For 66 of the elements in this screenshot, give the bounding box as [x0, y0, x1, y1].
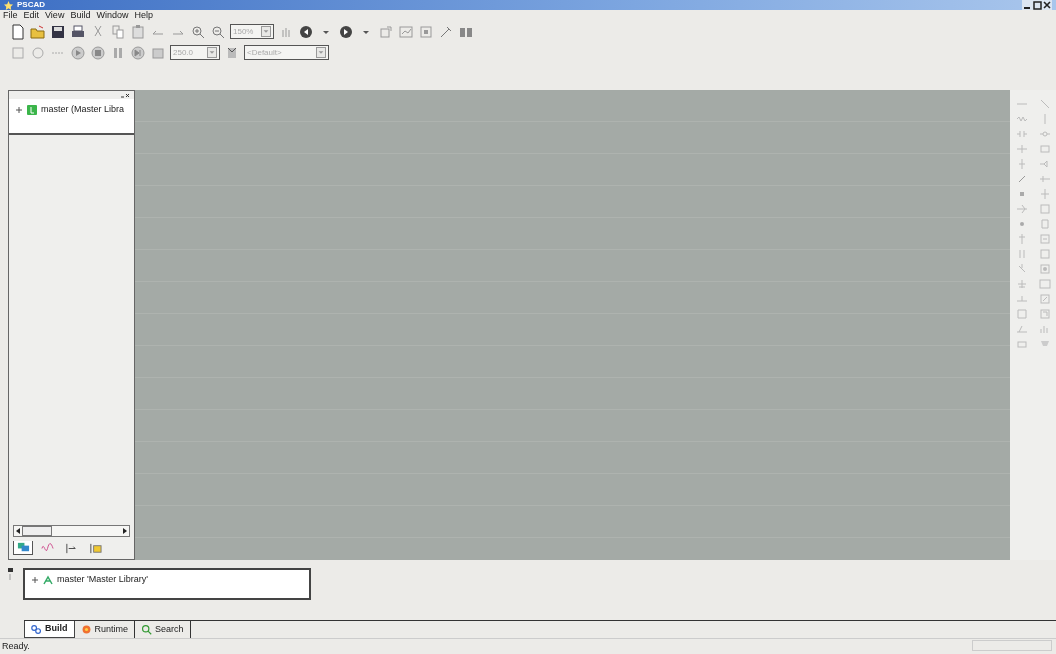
menu-item[interactable]: View: [42, 10, 68, 21]
print-icon[interactable]: [70, 23, 86, 40]
palette-tool-icon[interactable]: [1038, 173, 1051, 185]
minimize-icon[interactable]: [1022, 0, 1032, 10]
palette-tool-icon[interactable]: [1038, 143, 1051, 155]
signal-icon: [64, 541, 78, 555]
tree-item[interactable]: master 'Master Library': [57, 573, 148, 587]
paste-icon[interactable]: [130, 23, 146, 40]
menu-item[interactable]: File: [0, 10, 21, 21]
panel-tab[interactable]: Build: [24, 621, 75, 638]
status-text: Ready.: [2, 640, 31, 652]
palette-tool-icon[interactable]: [1038, 263, 1051, 275]
palette-tool-icon[interactable]: [1038, 308, 1051, 320]
copy-icon[interactable]: [110, 23, 126, 40]
palette-tool-icon[interactable]: [1015, 203, 1028, 215]
search-icon: [141, 624, 152, 635]
panel-tab[interactable]: Runtime: [74, 621, 135, 638]
menu-item[interactable]: Window: [93, 10, 132, 21]
project-icon: [43, 574, 53, 585]
palette-tool-icon[interactable]: [1038, 98, 1051, 110]
palette-tool-icon[interactable]: [1038, 128, 1051, 140]
palette-tool-icon[interactable]: [1038, 233, 1051, 245]
palette-tool-icon[interactable]: [1038, 158, 1051, 170]
forward-icon[interactable]: [338, 23, 354, 40]
palette-tool-icon[interactable]: [1015, 278, 1028, 290]
step-icon[interactable]: [130, 44, 146, 61]
zoom-in-icon[interactable]: [190, 23, 206, 40]
palette-tool-icon[interactable]: [1038, 278, 1051, 290]
palette-tool-icon[interactable]: [1015, 338, 1028, 350]
zoom-out-icon[interactable]: [210, 23, 226, 40]
palette-tool-icon[interactable]: [1015, 128, 1028, 140]
close-icon[interactable]: [1042, 0, 1052, 10]
save-icon[interactable]: [50, 23, 66, 40]
palette-tool-icon[interactable]: [1038, 323, 1051, 335]
palette-tool-icon[interactable]: [1038, 188, 1051, 200]
palette-tool-icon[interactable]: [1015, 323, 1028, 335]
palette-tool-icon[interactable]: [1015, 293, 1028, 305]
graph-icon[interactable]: [398, 23, 414, 40]
drawing-canvas[interactable]: [135, 90, 1010, 560]
gears-icon: [31, 623, 42, 635]
window-title: PSCAD: [17, 0, 46, 10]
panel-tab[interactable]: Search: [135, 621, 191, 638]
scroll-right-icon[interactable]: [121, 526, 129, 536]
new-file-icon[interactable]: [10, 23, 26, 40]
back-icon[interactable]: [298, 23, 314, 40]
library-icon: [88, 541, 102, 555]
star-logo-icon: [4, 0, 13, 10]
palette-tool-icon[interactable]: [1015, 308, 1028, 320]
palette-tool-icon[interactable]: [1015, 143, 1028, 155]
maximize-icon[interactable]: [1032, 0, 1042, 10]
panel-tab[interactable]: [13, 541, 33, 555]
pin-icon[interactable]: [8, 568, 13, 580]
expand-icon[interactable]: [15, 105, 23, 114]
menu-item[interactable]: Help: [131, 10, 156, 21]
close-icon[interactable]: [120, 91, 130, 99]
palette-tool-icon[interactable]: [1038, 218, 1051, 230]
menu-item[interactable]: Edit: [20, 10, 43, 21]
projects-icon: [16, 541, 30, 554]
palette-tool-icon[interactable]: [1038, 203, 1051, 215]
palette-tool-icon[interactable]: [1038, 293, 1051, 305]
horizontal-scrollbar[interactable]: [13, 525, 130, 537]
target-icon: [80, 624, 92, 635]
expand-icon[interactable]: [31, 575, 39, 584]
library-icon: [27, 104, 37, 115]
menu-item[interactable]: Build: [67, 10, 94, 21]
palette-tool-icon[interactable]: [1038, 248, 1051, 260]
